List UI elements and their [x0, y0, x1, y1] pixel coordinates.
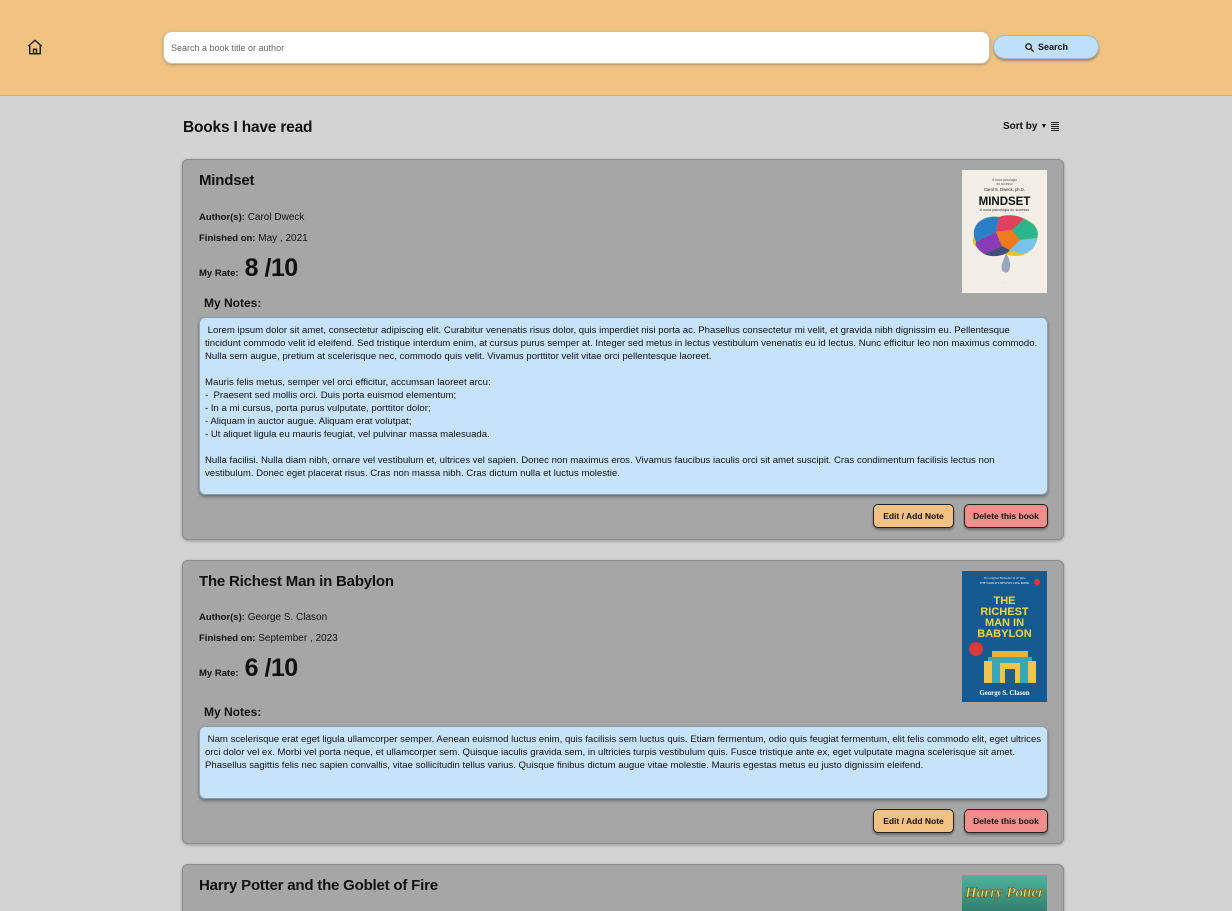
book-cover-image: Harry Potter — [962, 875, 1047, 911]
svg-text:do sucesso: do sucesso — [996, 182, 1012, 186]
book-card: Mindset Author(s): Carol Dweck Finished … — [182, 159, 1064, 540]
svg-text:THE WORLD'S BESTSELLING BOOK: THE WORLD'S BESTSELLING BOOK — [980, 581, 1030, 585]
book-finished-date: Finished on: September , 2023 — [199, 633, 338, 644]
delete-book-button[interactable]: Delete this book — [964, 809, 1048, 833]
search-button[interactable]: Search — [993, 35, 1099, 59]
book-card: The Richest Man in Babylon Author(s): Ge… — [182, 560, 1064, 844]
search-button-label: Search — [1037, 42, 1069, 52]
svg-text:Carol S. Dweck, ph.D.: Carol S. Dweck, ph.D. — [984, 187, 1025, 192]
svg-text:A nova psicologia do sucesso: A nova psicologia do sucesso — [980, 208, 1030, 212]
sort-label: Sort by — [1003, 121, 1038, 132]
caret-down-icon: ▼ — [1040, 123, 1048, 130]
notes-label: My Notes: — [204, 705, 262, 719]
svg-text:The original Bestseller of all: The original Bestseller of all time — [984, 576, 1026, 580]
delete-book-button[interactable]: Delete this book — [964, 504, 1048, 528]
book-rating: My Rate: 6 /10 — [199, 654, 298, 682]
sort-dropdown[interactable]: Sort by ▼ — [1003, 121, 1060, 132]
svg-text:Harry Potter: Harry Potter — [964, 885, 1044, 901]
notes-box: Lorem ipsum dolor sit amet, consectetur … — [199, 317, 1048, 495]
book-card: Harry Potter and the Goblet of Fire Harr… — [182, 864, 1064, 911]
notes-label: My Notes: — [204, 296, 262, 310]
book-cover-image: A nova psicologia do sucesso Carol S. Dw… — [962, 170, 1047, 293]
book-title: Mindset — [199, 172, 255, 189]
svg-text:MINDSET: MINDSET — [979, 196, 1031, 208]
search-input[interactable] — [163, 31, 990, 64]
page-title: Books I have read — [183, 119, 313, 136]
book-finished-date: Finished on: May , 2021 — [199, 233, 308, 244]
svg-text:· · ·: · · · — [1003, 281, 1007, 284]
book-title: The Richest Man in Babylon — [199, 573, 394, 590]
edit-note-button[interactable]: Edit / Add Note — [873, 809, 954, 833]
home-icon[interactable] — [26, 38, 44, 56]
svg-text:BABYLON: BABYLON — [977, 628, 1031, 640]
book-author: Author(s): Carol Dweck — [199, 212, 305, 223]
magnifier-icon — [1025, 42, 1035, 52]
top-navigation-bar: Search — [0, 0, 1232, 96]
edit-note-button[interactable]: Edit / Add Note — [873, 504, 954, 528]
book-title: Harry Potter and the Goblet of Fire — [199, 877, 438, 894]
book-author: Author(s): George S. Clason — [199, 612, 328, 623]
notes-box: Nam scelerisque erat eget ligula ullamco… — [199, 726, 1048, 799]
sort-list-icon — [1051, 122, 1060, 131]
book-rating: My Rate: 8 /10 — [199, 254, 298, 282]
svg-text:George S. Clason: George S. Clason — [979, 690, 1029, 697]
book-cover-image: The original Bestseller of all time THE … — [962, 571, 1047, 702]
